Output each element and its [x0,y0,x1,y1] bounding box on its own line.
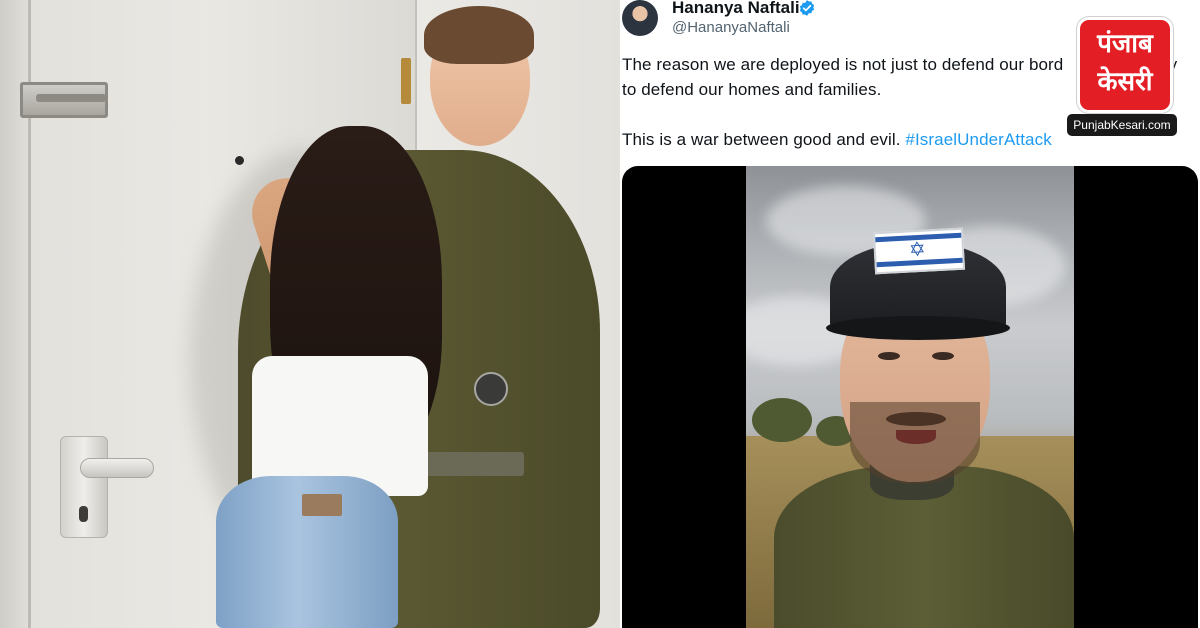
star-of-david-icon: ✡ [908,238,927,262]
door-peephole [235,156,244,165]
logo-text-line-1: पंजाब [1097,29,1153,59]
tweet-text-line-3-body: This is a war between good and evil. [622,130,901,149]
tree [752,398,812,442]
punjab-kesari-logo: पंजाब केसरी [1077,17,1173,113]
tweet-text-line-2: to defend our homes and families. [622,80,882,99]
logo-text-line-2: केसरी [1097,67,1153,97]
wristwatch [474,372,508,406]
tweet-text-line-1-start: The reason we are deployed is not just t… [622,55,1064,74]
door-keyhole [79,506,88,522]
israel-flag-patch: ✡ [872,227,966,275]
door-handle-plate [60,436,108,538]
soldier-eye [932,352,954,360]
door-hinge [401,58,411,104]
logo-website-badge: PunjabKesari.com [1067,114,1177,136]
verified-badge-icon [799,0,815,16]
hashtag-link[interactable]: #IsraelUnderAttack [905,130,1051,149]
couple-embrace-photo [0,0,620,628]
author-avatar[interactable] [622,0,658,36]
man-hair [424,6,534,64]
door-latch-bar [36,94,106,102]
woman-white-top [252,356,428,496]
soldier-eye [878,352,900,360]
jeans-label [302,494,342,516]
tweet-video[interactable]: ✡ [622,166,1198,628]
tweet-text-line-3: This is a war between good and evil. #Is… [622,130,1052,150]
soldier-mouth [896,430,936,444]
author-handle[interactable]: @HananyaNaftali [672,19,790,36]
soldier-cap-brim [826,316,1010,340]
author-name[interactable]: Hananya Naftali [672,0,800,18]
soldier-mustache [886,412,946,426]
door-handle [80,458,154,478]
video-frame: ✡ [746,166,1074,628]
